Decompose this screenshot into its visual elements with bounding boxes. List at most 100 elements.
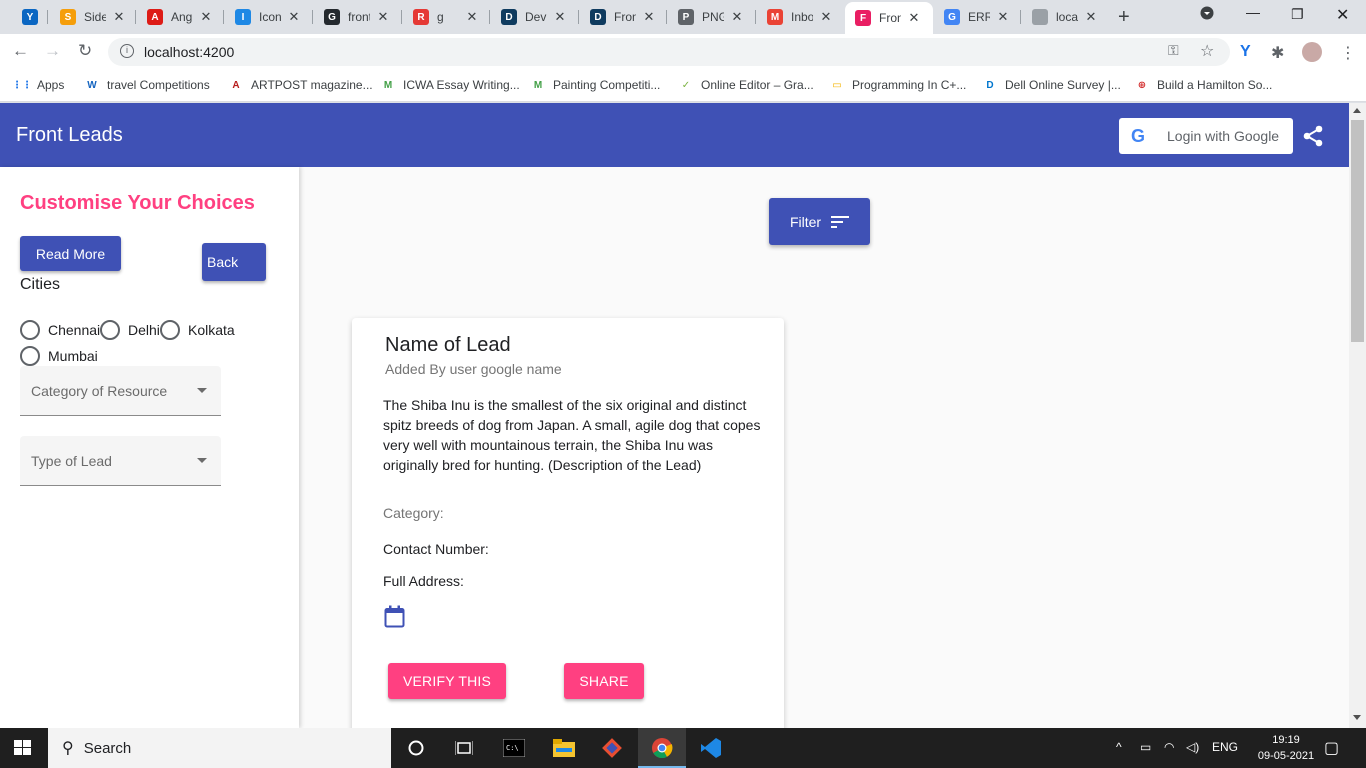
- wifi-icon[interactable]: ◠: [1164, 740, 1174, 754]
- lead-name: Name of Lead: [385, 334, 511, 356]
- browser-tab[interactable]: S Side ✕: [50, 4, 136, 30]
- notifications-icon[interactable]: ▢: [1324, 738, 1339, 758]
- tab-close-icon[interactable]: ✕: [819, 9, 833, 25]
- scroll-up-icon[interactable]: [1353, 108, 1361, 113]
- address-bar[interactable]: i localhost:4200 ⚿ ☆: [108, 38, 1230, 66]
- new-tab-button[interactable]: +: [1118, 6, 1130, 29]
- tab-close-icon[interactable]: ✕: [465, 9, 479, 25]
- extensions-puzzle-icon[interactable]: ✱: [1271, 43, 1284, 63]
- browser-tab[interactable]: I Icon ✕: [225, 4, 313, 30]
- browser-tab[interactable]: D Dev ✕: [491, 4, 579, 30]
- windows-start-icon[interactable]: [14, 740, 32, 756]
- tab-close-icon[interactable]: ✕: [112, 9, 126, 25]
- file-explorer-icon[interactable]: [552, 736, 576, 760]
- radio-circle[interactable]: [160, 320, 180, 340]
- radio-mumbai[interactable]: Mumbai: [20, 346, 98, 366]
- radio-chennai[interactable]: Chennai: [20, 320, 100, 340]
- bookmark-item[interactable]: ⋮⋮ Apps: [12, 77, 64, 93]
- radio-circle[interactable]: [100, 320, 120, 340]
- radio-kolkata[interactable]: Kolkata: [160, 320, 235, 340]
- site-info-icon[interactable]: i: [120, 44, 134, 58]
- browser-tab[interactable]: P PNG ✕: [668, 4, 756, 30]
- tab-close-icon[interactable]: ✕: [996, 9, 1010, 25]
- share-button[interactable]: SHARE: [564, 663, 644, 699]
- bookmark-item[interactable]: ✓ Online Editor – Gra...: [678, 77, 814, 93]
- back-arrow-icon[interactable]: ←: [12, 41, 29, 61]
- git-app-icon[interactable]: [600, 736, 624, 760]
- read-more-button[interactable]: Read More: [20, 236, 121, 271]
- radio-circle[interactable]: [20, 346, 40, 366]
- profile-avatar[interactable]: [1302, 42, 1322, 62]
- tab-close-icon[interactable]: ✕: [553, 9, 567, 25]
- type-select[interactable]: Type of Lead: [20, 436, 221, 486]
- scrollbar-thumb[interactable]: [1351, 120, 1364, 342]
- cortana-icon[interactable]: [404, 736, 428, 760]
- radio-circle[interactable]: [20, 320, 40, 340]
- browser-tab[interactable]: F Fron ✕: [845, 2, 933, 34]
- tab-close-icon[interactable]: ✕: [907, 10, 921, 26]
- back-button[interactable]: Back: [202, 243, 266, 281]
- tab-close-icon[interactable]: ✕: [199, 9, 213, 25]
- radio-delhi[interactable]: Delhi: [100, 320, 160, 340]
- terminal-app-icon[interactable]: C:\: [502, 736, 526, 760]
- radio-label: Delhi: [128, 322, 160, 338]
- key-icon[interactable]: ⚿: [1168, 42, 1179, 59]
- bookmark-favicon-icon: M: [383, 79, 393, 91]
- language-indicator[interactable]: ENG: [1212, 740, 1238, 754]
- tab-close-icon[interactable]: ✕: [642, 9, 656, 25]
- taskbar-search[interactable]: ⚲ Search: [48, 728, 391, 768]
- share-icon[interactable]: [1302, 125, 1324, 147]
- browser-tab[interactable]: M Inbo ✕: [757, 4, 844, 30]
- browser-tab[interactable]: Gfront ✕: [314, 4, 402, 30]
- close-window-icon[interactable]: ✕: [1336, 5, 1349, 25]
- browser-toolbar: ← → ↻ i localhost:4200 ⚿ ☆: [0, 34, 1366, 70]
- verify-button[interactable]: VERIFY THIS: [388, 663, 506, 699]
- battery-icon[interactable]: ▭: [1140, 740, 1151, 754]
- reload-icon[interactable]: ↻: [78, 41, 92, 61]
- browser-tab[interactable]: Rg ✕: [403, 4, 490, 30]
- task-view-icon[interactable]: [452, 736, 476, 760]
- tab-favicon-icon: F: [855, 10, 871, 26]
- tab-search-icon[interactable]: [1200, 6, 1214, 23]
- bookmark-item[interactable]: A ARTPOST magazine...: [228, 77, 373, 93]
- url-text[interactable]: localhost:4200: [144, 44, 234, 60]
- forward-arrow-icon[interactable]: →: [44, 41, 61, 61]
- bookmark-item[interactable]: ▭ Programming In C+...: [829, 77, 966, 93]
- browser-tab[interactable]: A Angu ✕: [137, 4, 224, 30]
- browser-tab[interactable]: G ERR ✕: [934, 4, 1021, 30]
- chrome-icon[interactable]: [650, 736, 674, 760]
- tray-chevron-icon[interactable]: ^: [1116, 740, 1122, 754]
- bookmark-item[interactable]: ⊕ Build a Hamilton So...: [1134, 77, 1273, 93]
- filter-button[interactable]: Filter: [769, 198, 870, 245]
- restore-icon[interactable]: ❐: [1291, 6, 1304, 23]
- tab-favicon-icon: I: [235, 9, 251, 25]
- lead-contact-number: Contact Number:: [383, 541, 489, 557]
- vscode-icon[interactable]: [699, 736, 723, 760]
- bookmark-favicon-icon: ⊕: [1137, 79, 1147, 91]
- login-with-google-button[interactable]: G Login with Google: [1119, 118, 1293, 154]
- browser-tab[interactable]: D Fron ✕: [580, 4, 667, 30]
- browser-tab[interactable]: local ✕: [1022, 4, 1110, 30]
- tab-close-icon[interactable]: ✕: [730, 9, 744, 25]
- tab-close-icon[interactable]: ✕: [1084, 9, 1098, 25]
- page-scrollbar[interactable]: [1349, 103, 1366, 728]
- chrome-menu-icon[interactable]: ⋮: [1340, 43, 1356, 63]
- bookmark-star-icon[interactable]: ☆: [1200, 41, 1214, 61]
- volume-icon[interactable]: ◁): [1186, 740, 1199, 754]
- bookmark-item[interactable]: Wtravel Competitions: [84, 77, 209, 93]
- bookmark-item[interactable]: D Dell Online Survey |...: [982, 77, 1120, 93]
- tab-title: Dev: [525, 10, 547, 24]
- bookmark-label: ARTPOST magazine...: [251, 78, 373, 92]
- tab-close-icon[interactable]: ✕: [376, 9, 390, 25]
- minimize-icon[interactable]: —: [1246, 4, 1260, 20]
- filter-label: Filter: [789, 213, 822, 230]
- browser-tab[interactable]: Y: [12, 4, 48, 30]
- scroll-down-icon[interactable]: [1353, 715, 1361, 720]
- extension-y-icon[interactable]: Y: [1240, 43, 1251, 61]
- category-select[interactable]: Category of Resource: [20, 366, 221, 416]
- bookmark-item[interactable]: M ICWA Essay Writing...: [380, 77, 520, 93]
- tab-close-icon[interactable]: ✕: [287, 9, 301, 25]
- system-clock[interactable]: 19:19 09-05-2021: [1256, 732, 1316, 764]
- calendar-icon[interactable]: [384, 605, 405, 628]
- bookmark-item[interactable]: M Painting Competiti...: [530, 77, 661, 93]
